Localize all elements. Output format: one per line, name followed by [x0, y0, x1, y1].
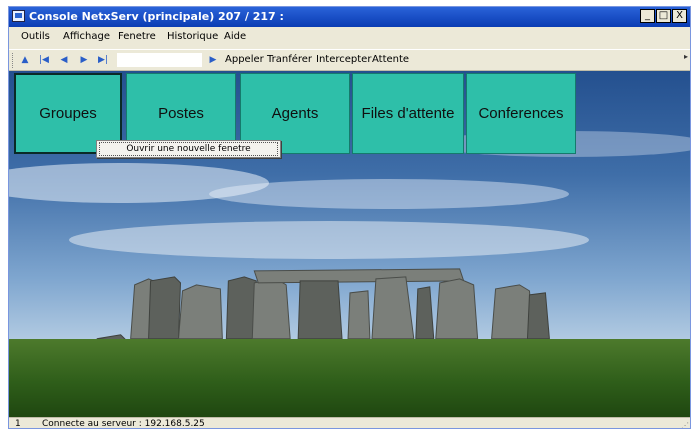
goto-input[interactable]	[116, 52, 203, 68]
window-title: Console NetxServ (principale) 207 / 217 …	[29, 10, 284, 23]
status-panel-number: 1	[15, 419, 21, 429]
minimize-button[interactable]: _	[640, 9, 655, 23]
tile-conferences[interactable]: Conferences	[466, 73, 576, 154]
context-menu: Ouvrir une nouvelle fenetre	[96, 140, 281, 158]
appeler-button[interactable]: Appeler	[225, 54, 264, 65]
title-bar[interactable]: Console NetxServ (principale) 207 / 217 …	[9, 7, 690, 27]
transferer-button[interactable]: Tranférer	[267, 54, 312, 65]
intercepter-button[interactable]: Intercepter	[316, 54, 371, 65]
main-area: Groupes Postes Agents Files d'attente Co…	[9, 71, 690, 417]
nav-up-icon[interactable]: ▲	[19, 53, 31, 67]
menu-outils[interactable]: Outils	[21, 31, 50, 42]
menu-bar: Outils Affichage Fenetre Historique Aide	[9, 28, 690, 48]
nav-first-icon[interactable]: |◀	[38, 53, 50, 67]
app-window: Console NetxServ (principale) 207 / 217 …	[8, 6, 691, 429]
toolbar-overflow-icon[interactable]: ▸	[684, 52, 688, 61]
grass-field	[9, 339, 690, 417]
resize-grip-icon[interactable]: ⋰	[681, 421, 689, 428]
menu-historique[interactable]: Historique	[167, 31, 218, 42]
nav-last-icon[interactable]: ▶|	[97, 53, 109, 67]
menu-fenetre[interactable]: Fenetre	[118, 31, 156, 42]
attente-button[interactable]: Attente	[372, 54, 409, 65]
toolbar-grip[interactable]	[12, 53, 15, 68]
status-connection-text: Connecte au serveur : 192.168.5.25	[42, 419, 205, 429]
app-icon	[12, 10, 25, 22]
window-controls: _ □ X	[639, 9, 687, 23]
tile-files-attente[interactable]: Files d'attente	[352, 73, 464, 154]
nav-prev-icon[interactable]: ◀	[58, 53, 70, 67]
toolbar: ▲ |◀ ◀ ▶ ▶| ▶ Appeler Tranférer Intercep…	[9, 49, 690, 71]
status-bar: 1 Connecte au serveur : 192.168.5.25 ⋰	[9, 417, 690, 429]
menu-aide[interactable]: Aide	[224, 31, 246, 42]
go-arrow-icon[interactable]: ▶	[207, 53, 219, 67]
menu-affichage[interactable]: Affichage	[63, 31, 110, 42]
nav-next-icon[interactable]: ▶	[78, 53, 90, 67]
close-button[interactable]: X	[672, 9, 687, 23]
context-item-open-new-window[interactable]: Ouvrir une nouvelle fenetre	[99, 142, 278, 156]
maximize-button[interactable]: □	[656, 9, 671, 23]
